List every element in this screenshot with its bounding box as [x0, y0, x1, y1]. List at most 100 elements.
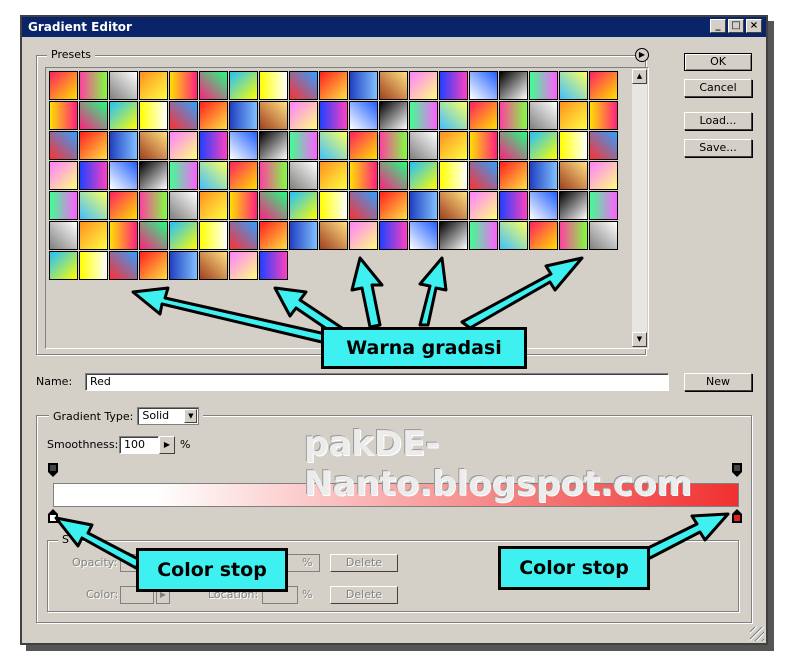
- preset-swatch[interactable]: [259, 251, 288, 280]
- preset-swatch[interactable]: [229, 221, 258, 250]
- close-button[interactable]: ×: [746, 19, 762, 33]
- preset-swatch[interactable]: [469, 71, 498, 100]
- preset-swatch[interactable]: [349, 191, 378, 220]
- preset-swatch[interactable]: [319, 161, 348, 190]
- preset-swatch[interactable]: [559, 221, 588, 250]
- preset-swatch[interactable]: [169, 101, 198, 130]
- preset-swatch[interactable]: [259, 131, 288, 160]
- opacity-delete-button[interactable]: Delete: [330, 554, 398, 572]
- preset-swatch[interactable]: [529, 71, 558, 100]
- smoothness-slider-icon[interactable]: ▶: [159, 436, 175, 454]
- preset-swatch[interactable]: [529, 191, 558, 220]
- smoothness-field[interactable]: 100: [119, 436, 159, 454]
- preset-swatch[interactable]: [229, 101, 258, 130]
- preset-swatch[interactable]: [289, 191, 318, 220]
- preset-swatch[interactable]: [109, 71, 138, 100]
- preset-swatch[interactable]: [139, 71, 168, 100]
- preset-swatch[interactable]: [139, 131, 168, 160]
- chevron-down-icon[interactable]: ▼: [184, 409, 198, 423]
- preset-swatch[interactable]: [169, 71, 198, 100]
- preset-swatch[interactable]: [499, 131, 528, 160]
- preset-swatch[interactable]: [589, 191, 618, 220]
- preset-swatch[interactable]: [379, 131, 408, 160]
- preset-swatch[interactable]: [199, 71, 228, 100]
- preset-swatch[interactable]: [49, 251, 78, 280]
- preset-swatch[interactable]: [199, 101, 228, 130]
- preset-swatch[interactable]: [79, 161, 108, 190]
- preset-swatch[interactable]: [379, 221, 408, 250]
- preset-swatch[interactable]: [259, 101, 288, 130]
- save-button[interactable]: Save...: [684, 139, 752, 157]
- preset-swatch[interactable]: [409, 131, 438, 160]
- preset-swatch[interactable]: [259, 221, 288, 250]
- preset-swatch[interactable]: [349, 221, 378, 250]
- preset-swatch[interactable]: [229, 131, 258, 160]
- preset-swatch[interactable]: [139, 161, 168, 190]
- preset-swatch[interactable]: [559, 161, 588, 190]
- preset-swatch[interactable]: [499, 101, 528, 130]
- preset-swatch[interactable]: [109, 161, 138, 190]
- preset-swatch[interactable]: [139, 221, 168, 250]
- preset-swatch[interactable]: [319, 221, 348, 250]
- preset-swatch[interactable]: [529, 101, 558, 130]
- scroll-up-icon[interactable]: ▲: [632, 69, 647, 84]
- preset-swatch[interactable]: [379, 71, 408, 100]
- preset-swatch[interactable]: [109, 131, 138, 160]
- preset-swatch[interactable]: [409, 191, 438, 220]
- preset-swatch[interactable]: [79, 101, 108, 130]
- preset-swatch[interactable]: [259, 191, 288, 220]
- preset-swatch[interactable]: [499, 161, 528, 190]
- color-stop-right-icon[interactable]: [732, 509, 742, 523]
- preset-swatch[interactable]: [49, 101, 78, 130]
- preset-swatch[interactable]: [469, 191, 498, 220]
- opacity-stop-left-icon[interactable]: [48, 463, 58, 477]
- load-button[interactable]: Load...: [684, 112, 752, 130]
- preset-swatch[interactable]: [79, 191, 108, 220]
- preset-swatch[interactable]: [439, 71, 468, 100]
- preset-swatch[interactable]: [469, 101, 498, 130]
- preset-swatch[interactable]: [79, 221, 108, 250]
- preset-swatch[interactable]: [289, 71, 318, 100]
- preset-swatch[interactable]: [349, 161, 378, 190]
- preset-swatch[interactable]: [319, 71, 348, 100]
- preset-swatch[interactable]: [589, 101, 618, 130]
- preset-swatch[interactable]: [379, 161, 408, 190]
- preset-swatch[interactable]: [169, 251, 198, 280]
- preset-swatch[interactable]: [109, 191, 138, 220]
- preset-swatch[interactable]: [379, 101, 408, 130]
- preset-swatch[interactable]: [439, 101, 468, 130]
- preset-swatch[interactable]: [349, 71, 378, 100]
- preset-swatch[interactable]: [49, 221, 78, 250]
- preset-swatch[interactable]: [469, 131, 498, 160]
- preset-swatch[interactable]: [469, 221, 498, 250]
- preset-swatch[interactable]: [199, 221, 228, 250]
- preset-swatch[interactable]: [139, 101, 168, 130]
- preset-swatch[interactable]: [169, 221, 198, 250]
- preset-swatch[interactable]: [439, 161, 468, 190]
- name-field[interactable]: Red: [85, 373, 669, 391]
- preset-swatch[interactable]: [529, 221, 558, 250]
- preset-swatch[interactable]: [169, 131, 198, 160]
- preset-swatch[interactable]: [199, 161, 228, 190]
- preset-swatch[interactable]: [409, 221, 438, 250]
- preset-swatch[interactable]: [289, 161, 318, 190]
- preset-swatch[interactable]: [139, 251, 168, 280]
- maximize-button[interactable]: □: [728, 19, 744, 33]
- preset-swatch[interactable]: [559, 191, 588, 220]
- color-stop-left-icon[interactable]: [48, 509, 58, 523]
- preset-swatch[interactable]: [559, 131, 588, 160]
- preset-swatch[interactable]: [409, 161, 438, 190]
- preset-swatch[interactable]: [259, 161, 288, 190]
- preset-swatch[interactable]: [169, 191, 198, 220]
- preset-swatch[interactable]: [529, 131, 558, 160]
- preset-swatch[interactable]: [199, 251, 228, 280]
- preset-swatch[interactable]: [319, 191, 348, 220]
- preset-swatch[interactable]: [529, 161, 558, 190]
- preset-swatch[interactable]: [49, 191, 78, 220]
- preset-swatch[interactable]: [109, 251, 138, 280]
- preset-swatch[interactable]: [199, 131, 228, 160]
- preset-swatch[interactable]: [319, 131, 348, 160]
- preset-swatch[interactable]: [109, 221, 138, 250]
- preset-swatch[interactable]: [589, 221, 618, 250]
- preset-swatch[interactable]: [229, 71, 258, 100]
